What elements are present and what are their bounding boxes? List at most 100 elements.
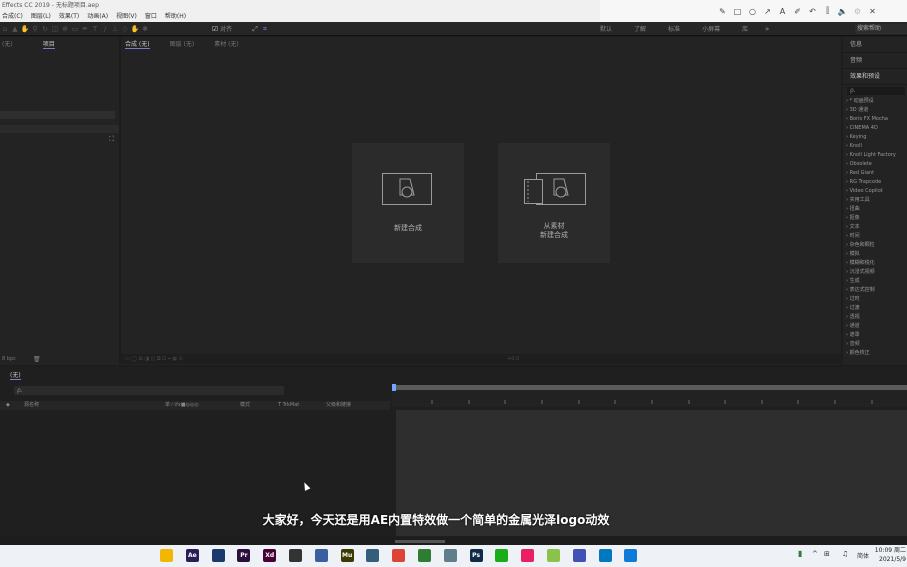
cinema4d-icon[interactable]	[211, 549, 225, 562]
effect-category[interactable]: › 实用工具	[843, 196, 907, 205]
effects-search-input[interactable]: ρ.	[847, 87, 905, 95]
effect-category[interactable]: › 杂色和颗粒	[843, 241, 907, 250]
premiere-icon[interactable]: Pr	[237, 549, 251, 562]
timeline-tab[interactable]: (无)	[10, 370, 21, 380]
snap-grid-icon[interactable]: ⌗	[260, 24, 270, 34]
pin-icon[interactable]: ⫿	[823, 6, 832, 16]
label-column-icon[interactable]: ◆	[6, 401, 10, 410]
new-composition-button[interactable]: 新建合成	[352, 143, 464, 263]
effect-category[interactable]: › Video Copilot	[843, 187, 907, 196]
eraser-icon[interactable]: ◇	[120, 24, 130, 34]
hand-icon[interactable]: ✋	[20, 24, 30, 34]
rect-tool-icon[interactable]: ▭	[70, 24, 80, 34]
roto-icon[interactable]: ✋	[130, 24, 140, 34]
playhead[interactable]	[392, 384, 396, 391]
effect-category[interactable]: › 过渡	[843, 304, 907, 313]
mode-column[interactable]: 模式	[240, 401, 250, 410]
speaker-icon[interactable]: ♫	[842, 550, 848, 558]
menu-composition[interactable]: 合成(C)	[2, 11, 23, 22]
effect-category[interactable]: › 时间	[843, 232, 907, 241]
zoom-icon[interactable]: ⚲	[30, 24, 40, 34]
menu-window[interactable]: 窗口	[145, 11, 157, 22]
effect-category[interactable]: › 文本	[843, 223, 907, 232]
undo-icon[interactable]: ↶	[808, 7, 817, 16]
workspace-default[interactable]: 默认	[600, 24, 612, 33]
exposure-value[interactable]: +0.0	[507, 354, 519, 364]
audio-panel-header[interactable]: 音频	[843, 53, 907, 69]
app-icon[interactable]	[366, 549, 380, 562]
muse-icon[interactable]: Mu	[340, 549, 354, 562]
menu-layer[interactable]: 图层(L)	[31, 11, 51, 22]
wechat-icon[interactable]	[495, 549, 509, 562]
camera-icon[interactable]: ◫	[50, 24, 60, 34]
capture-icon[interactable]	[443, 549, 457, 562]
selection-icon[interactable]: ▲	[10, 24, 20, 34]
switches-column[interactable]: 单☆\fx■◎◎◎	[165, 401, 199, 410]
text-icon[interactable]: A	[778, 7, 787, 16]
effect-category[interactable]: › 模糊和锐化	[843, 259, 907, 268]
effect-category[interactable]: › 通道	[843, 322, 907, 331]
maps-icon[interactable]	[418, 549, 431, 562]
tab-composition[interactable]: 合成 (无)	[125, 39, 150, 49]
menu-view[interactable]: 视图(V)	[116, 11, 137, 22]
menu-help[interactable]: 帮助(H)	[165, 11, 186, 22]
rotate-icon[interactable]: ↻	[40, 24, 50, 34]
stamp-icon[interactable]: ⊥	[110, 24, 120, 34]
workspace-learn[interactable]: 了解	[634, 24, 646, 33]
effect-category[interactable]: › 抠像	[843, 214, 907, 223]
effect-category[interactable]: › Knoll	[843, 142, 907, 151]
effect-category[interactable]: › Red Giant	[843, 169, 907, 178]
work-area-bar[interactable]	[392, 385, 907, 390]
effect-category[interactable]: › 遮罩	[843, 331, 907, 340]
volume-icon[interactable]: 🔈	[838, 7, 848, 16]
parent-link-column[interactable]: 父级和链接	[326, 401, 351, 410]
flowchart-icon[interactable]: ⛶	[109, 135, 114, 144]
home-icon[interactable]: ⌂	[0, 24, 10, 34]
snap-options-icon[interactable]: ⤢	[250, 24, 260, 34]
network-icon[interactable]: ⊞	[824, 550, 830, 558]
tab-layer[interactable]: 图层 (无)	[170, 39, 195, 48]
viewer-controls-icons[interactable]: ▭ ◯ ⊞ ◨ ◫ ⧉ ⊡ ⌖ ▦ ⊙	[125, 356, 183, 362]
effects-presets-header[interactable]: 效果和预设	[843, 69, 907, 85]
desktop-icon[interactable]	[598, 549, 612, 562]
green-app-icon[interactable]	[547, 549, 560, 562]
effect-category[interactable]: › 3D 通道	[843, 106, 907, 115]
workspace-library[interactable]: 库	[742, 24, 748, 33]
effect-category[interactable]: › 透视	[843, 313, 907, 322]
tab-none[interactable]: (无)	[2, 39, 13, 48]
after-effects-icon[interactable]: Ae	[185, 549, 199, 562]
ime-indicator[interactable]: 简体	[857, 551, 869, 560]
highlighter-icon[interactable]: ✐	[793, 7, 802, 16]
effect-category[interactable]: › 生成	[843, 277, 907, 286]
effect-category[interactable]: › 扭曲	[843, 205, 907, 214]
timeline-search-input[interactable]: ρ.	[14, 386, 284, 395]
timeline-zoom-slider[interactable]	[395, 540, 445, 543]
arrow-icon[interactable]: ↗	[763, 7, 772, 16]
more-workspaces-icon[interactable]: »	[762, 24, 772, 34]
info-panel-header[interactable]: 信息	[843, 37, 907, 53]
close-icon[interactable]: ✕	[868, 7, 877, 16]
battery-icon[interactable]: ▮	[798, 549, 802, 558]
ellipse-icon[interactable]: ○	[748, 7, 757, 16]
snap-checkbox[interactable]: ☑	[210, 24, 220, 34]
effect-category[interactable]: › * 动画预设	[843, 97, 907, 106]
effect-category[interactable]: › 音频	[843, 340, 907, 349]
pen-icon[interactable]: ✎	[718, 7, 727, 16]
figma-icon[interactable]	[289, 549, 302, 562]
menu-animation[interactable]: 动画(A)	[87, 11, 108, 22]
project-search-bar[interactable]	[0, 111, 115, 119]
browser-icon[interactable]	[521, 549, 535, 562]
tab-project[interactable]: 项目	[42, 39, 55, 49]
puppet-icon[interactable]: ✱	[140, 24, 150, 34]
effect-category[interactable]: › 模拟	[843, 250, 907, 259]
trkmat-column[interactable]: T TrkMat	[278, 401, 299, 410]
tray-arrow-icon[interactable]: ^	[812, 550, 818, 558]
new-comp-from-footage-button[interactable]: 从素材 新建合成	[498, 143, 610, 263]
file-explorer-icon[interactable]	[160, 549, 173, 562]
photoshop-icon[interactable]: Ps	[469, 549, 483, 562]
source-name-column[interactable]: 源名称	[24, 401, 39, 410]
effect-category[interactable]: › Boris FX Mocha	[843, 115, 907, 124]
effect-category[interactable]: › CINEMA 4D	[843, 124, 907, 133]
type-tool-icon[interactable]: T	[90, 24, 100, 34]
trash-icon[interactable]: 🗑	[33, 356, 41, 363]
